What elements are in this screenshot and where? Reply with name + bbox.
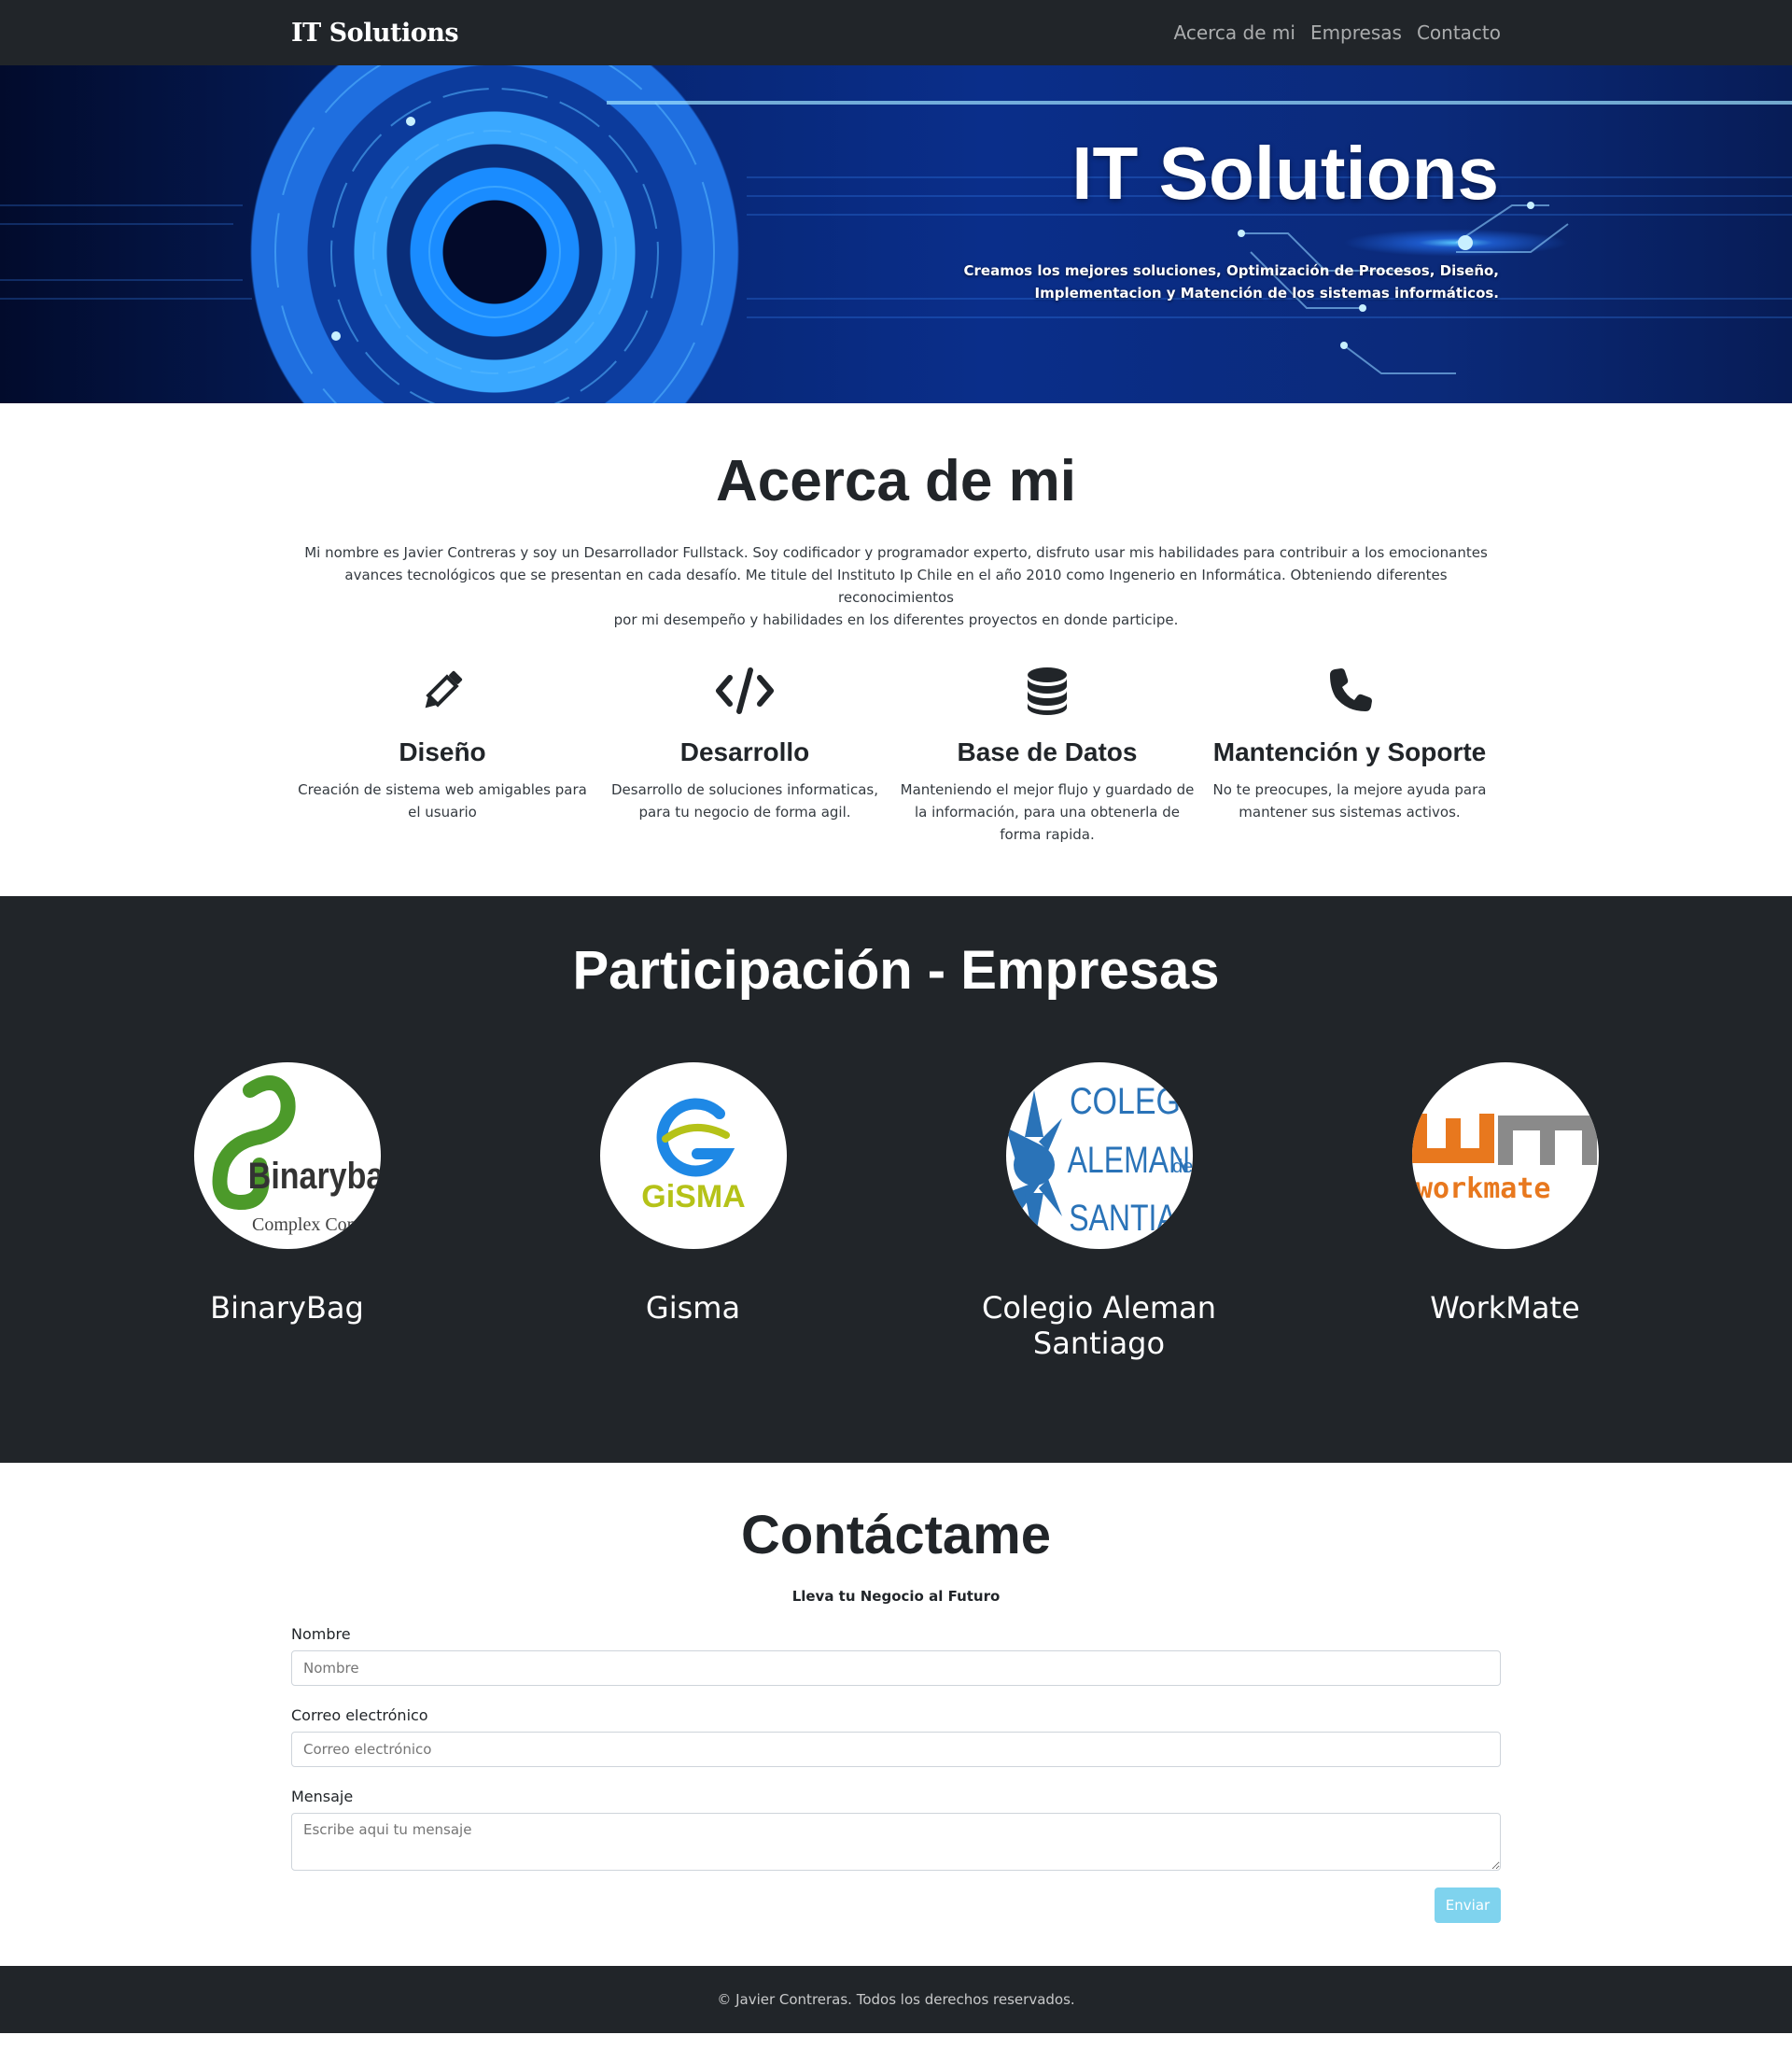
about-title: Acerca de mi bbox=[716, 449, 1076, 513]
company-name: Colegio Aleman Santiago bbox=[896, 1290, 1302, 1361]
about-text-line-3: por mi desempeño y habilidades en los di… bbox=[613, 611, 1179, 629]
company-name-line-2: Santiago bbox=[1032, 1325, 1166, 1361]
companies-row: Binarybag Complex Compu BinaryBag GiSMA … bbox=[84, 1061, 1708, 1361]
hero-subtitle-line-2: Implementacion y Matención de los sistem… bbox=[1034, 285, 1500, 302]
company-colegio-aleman: COLEGIO ALEMAN de SANTIAGO Colegio Alema… bbox=[896, 1061, 1302, 1361]
message-label: Mensaje bbox=[291, 1787, 354, 1805]
about-text-line-1: Mi nombre es Javier Contreras y soy un D… bbox=[304, 544, 1488, 562]
code-icon bbox=[594, 663, 896, 719]
footer-text: © Javier Contreras. Todos los derechos r… bbox=[717, 1990, 1075, 2008]
phone-icon bbox=[1198, 663, 1501, 719]
companies-title: Participación - Empresas bbox=[572, 940, 1220, 1002]
company-name-line-1: Colegio Aleman bbox=[982, 1289, 1216, 1326]
binarybag-logo-text: Binarybag bbox=[247, 1154, 380, 1196]
colegio-logo-text-3: SANTIAGO bbox=[1069, 1197, 1193, 1239]
feature-text: Creación de sistema web amigables para e… bbox=[298, 781, 587, 821]
hero-subtitle-line-1: Creamos los mejores soluciones, Optimiza… bbox=[963, 262, 1499, 279]
footer: © Javier Contreras. Todos los derechos r… bbox=[0, 1965, 1792, 2033]
feature-title: Base de Datos bbox=[957, 737, 1138, 767]
send-button[interactable]: Enviar bbox=[1435, 1887, 1501, 1923]
hero-background-art bbox=[0, 65, 1792, 403]
name-label: Nombre bbox=[291, 1624, 351, 1643]
colegio-logo-text-1: COLEGIO bbox=[1070, 1079, 1193, 1121]
email-input[interactable] bbox=[291, 1731, 1501, 1767]
company-name: Gisma bbox=[645, 1289, 741, 1326]
contact-lead: Lleva tu Negocio al Futuro bbox=[791, 1587, 1001, 1605]
feature-text: Manteniendo el mejor flujo y guardado de… bbox=[900, 781, 1195, 844]
company-gisma: GiSMA Gisma bbox=[490, 1061, 896, 1361]
hero-subtitle: Creamos los mejores soluciones, Optimiza… bbox=[964, 260, 1499, 304]
binarybag-logo: Binarybag Complex Compu bbox=[193, 1061, 381, 1249]
company-binarybag: Binarybag Complex Compu BinaryBag bbox=[84, 1061, 490, 1361]
colegio-aleman-logo: COLEGIO ALEMAN de SANTIAGO bbox=[1005, 1061, 1193, 1249]
hero-banner: IT Solutions Creamos los mejores solucio… bbox=[0, 65, 1792, 403]
navbar: IT Solutions Acerca de mi Empresas Conta… bbox=[0, 0, 1792, 65]
name-input[interactable] bbox=[291, 1649, 1501, 1686]
message-textarea[interactable] bbox=[291, 1812, 1501, 1871]
contact-title: Contáctame bbox=[741, 1505, 1051, 1566]
feature-text: Desarrollo de soluciones informaticas, p… bbox=[611, 781, 878, 821]
binarybag-logo-subtext: Complex Compu bbox=[252, 1214, 380, 1235]
feature-text: No te preocupes, la mejore ayuda para ma… bbox=[1212, 781, 1487, 821]
feature-base-de-datos: Base de Datos Manteniendo el mejor flujo… bbox=[896, 663, 1198, 846]
database-icon bbox=[896, 663, 1198, 719]
company-name: WorkMate bbox=[1430, 1289, 1580, 1326]
brand-link[interactable]: IT Solutions bbox=[291, 19, 459, 48]
about-text: Mi nombre es Javier Contreras y soy un D… bbox=[291, 541, 1501, 631]
contact-form: Nombre Correo electrónico Mensaje Enviar bbox=[291, 1625, 1501, 1923]
workmate-logo-text: workmate bbox=[1416, 1172, 1551, 1205]
form-group-name: Nombre bbox=[291, 1625, 1501, 1686]
about-text-line-2: avances tecnológicos que se presentan en… bbox=[344, 567, 1448, 607]
contact-section: Contáctame Lleva tu Negocio al Futuro No… bbox=[0, 1463, 1792, 1966]
company-name: BinaryBag bbox=[210, 1289, 364, 1326]
form-actions: Enviar bbox=[291, 1887, 1501, 1923]
feature-desarrollo: Desarrollo Desarrollo de soluciones info… bbox=[594, 663, 896, 846]
companies-section: Participación - Empresas Binarybag Compl… bbox=[0, 896, 1792, 1464]
gisma-logo-text: GiSMA bbox=[641, 1179, 745, 1214]
form-group-message: Mensaje bbox=[291, 1788, 1501, 1874]
feature-mantencion: Mantención y Soporte No te preocupes, la… bbox=[1198, 663, 1501, 846]
feature-title: Desarrollo bbox=[679, 737, 810, 767]
nav-link-empresas[interactable]: Empresas bbox=[1310, 21, 1402, 44]
hero-text: IT Solutions Creamos los mejores solucio… bbox=[964, 65, 1499, 304]
pencil-icon bbox=[291, 663, 594, 719]
colegio-logo-text-de: de bbox=[1172, 1157, 1193, 1177]
gisma-logo: GiSMA bbox=[599, 1061, 787, 1249]
hero-title: IT Solutions bbox=[1071, 132, 1499, 215]
workmate-logo: workmate bbox=[1411, 1061, 1599, 1249]
company-workmate: workmate WorkMate bbox=[1302, 1061, 1708, 1361]
email-label: Correo electrónico bbox=[291, 1705, 428, 1724]
features-row: Diseño Creación de sistema web amigables… bbox=[291, 663, 1501, 846]
form-group-email: Correo electrónico bbox=[291, 1706, 1501, 1767]
nav-links: Acerca de mi Empresas Contacto bbox=[1174, 21, 1501, 44]
nav-link-acerca[interactable]: Acerca de mi bbox=[1174, 21, 1295, 44]
feature-title: Diseño bbox=[399, 737, 486, 767]
about-section: Acerca de mi Mi nombre es Javier Contrer… bbox=[0, 403, 1792, 896]
feature-title: Mantención y Soporte bbox=[1212, 737, 1487, 767]
feature-diseno: Diseño Creación de sistema web amigables… bbox=[291, 663, 594, 846]
nav-link-contacto[interactable]: Contacto bbox=[1417, 21, 1501, 44]
